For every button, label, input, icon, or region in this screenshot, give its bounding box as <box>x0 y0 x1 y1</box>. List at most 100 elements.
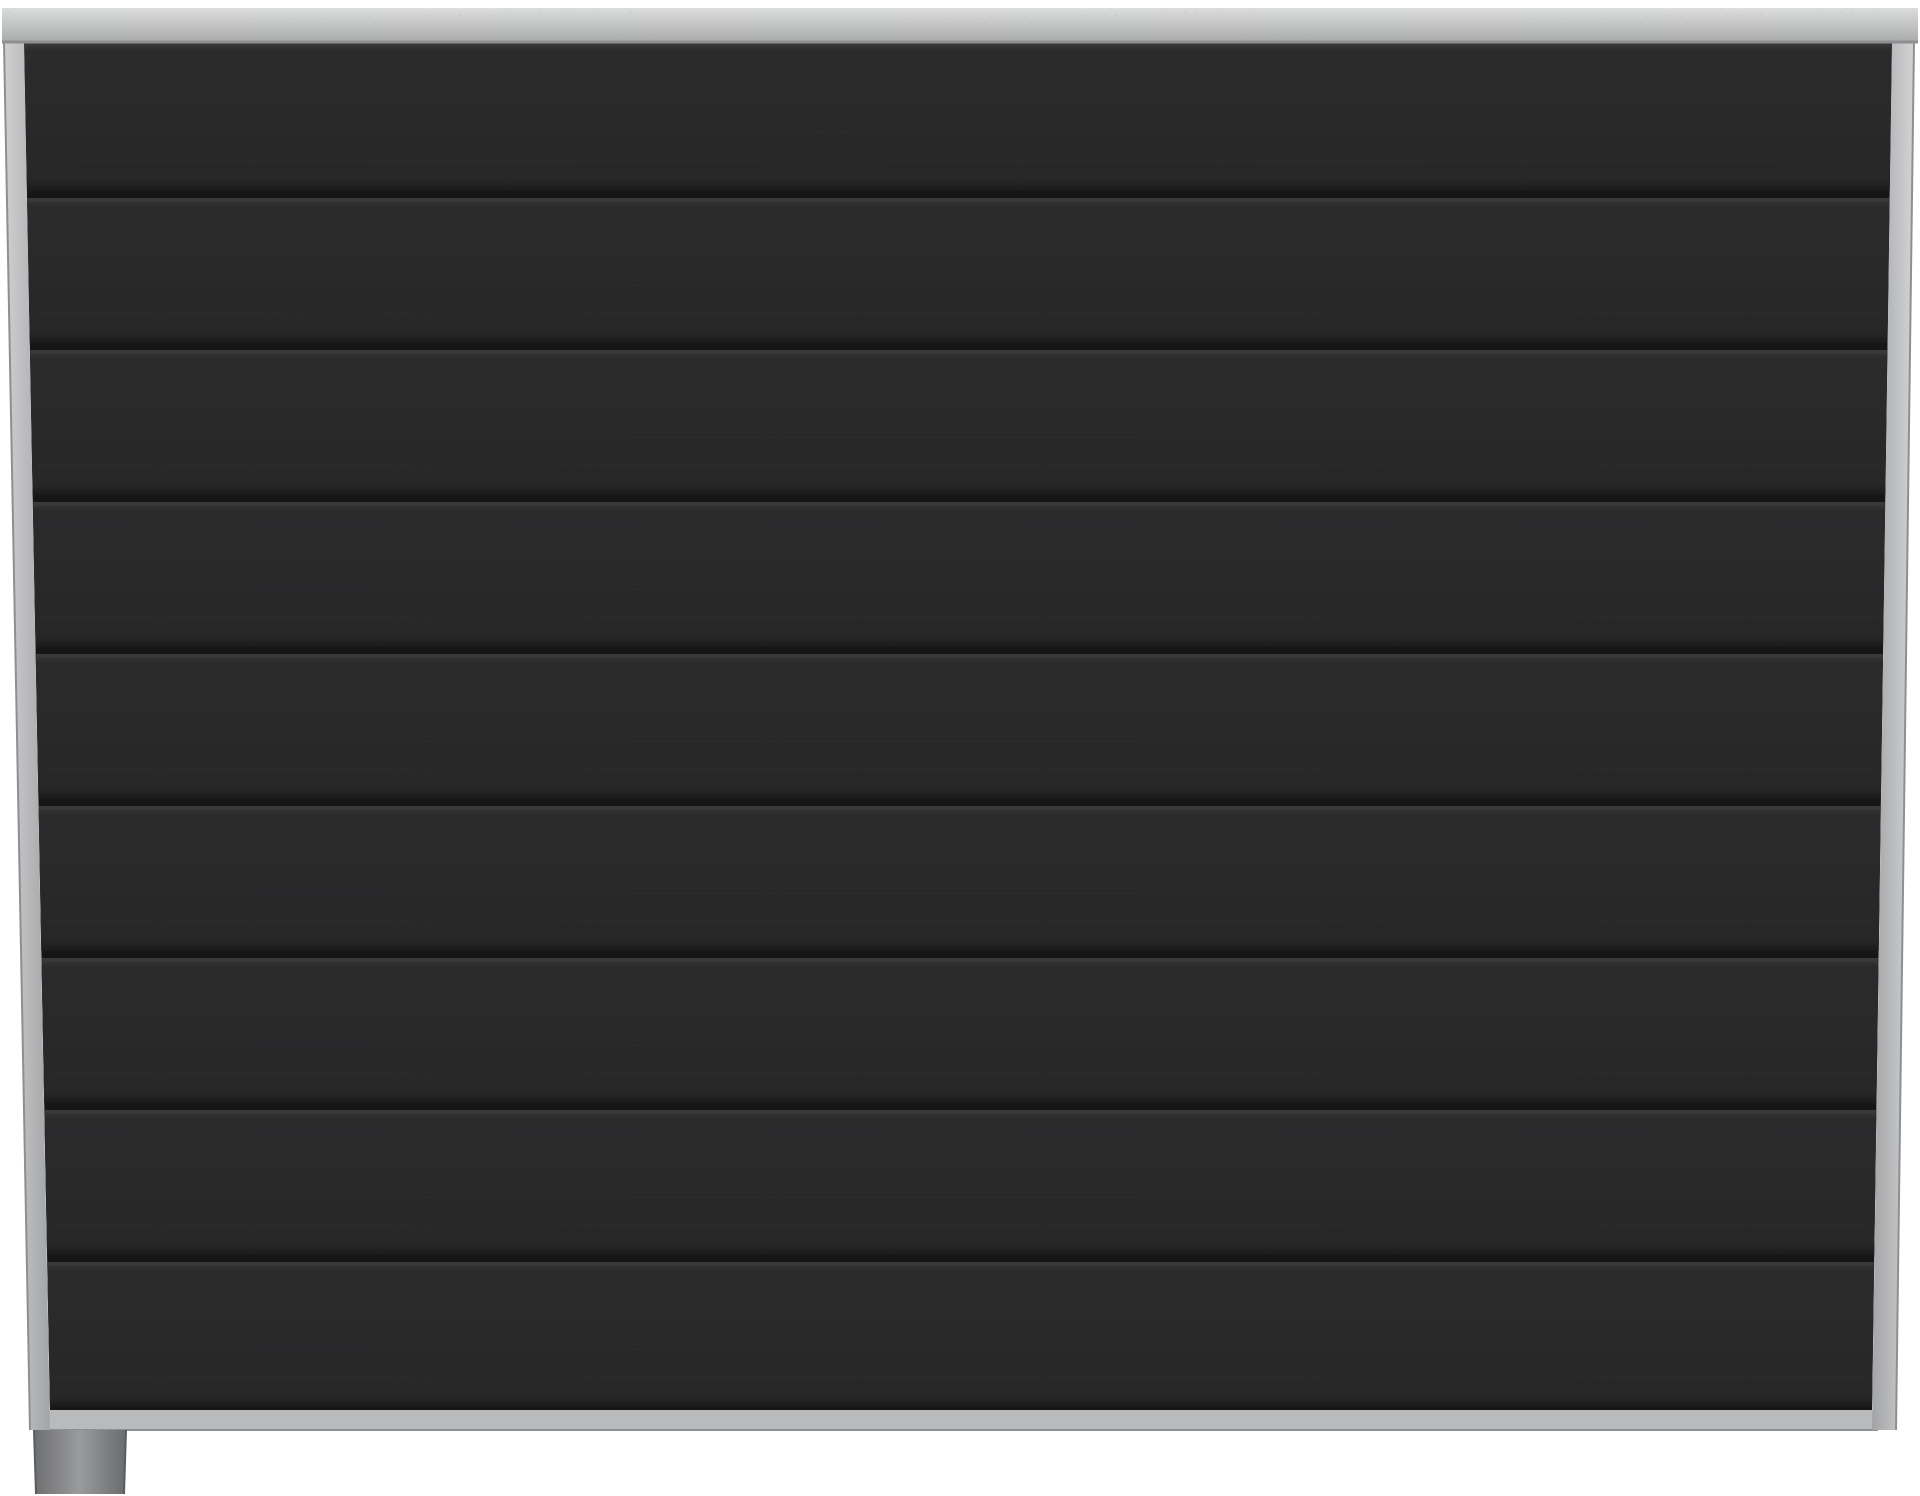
cap-texture <box>1646 16 1648 17</box>
cap-texture <box>710 36 712 37</box>
cap-texture <box>402 16 404 17</box>
cap-texture <box>1777 27 1779 28</box>
cap-texture <box>225 33 227 34</box>
cap-texture <box>20 36 22 37</box>
cap-texture <box>1629 29 1631 30</box>
cap-texture <box>1435 33 1437 34</box>
cap-texture <box>602 24 604 25</box>
cap-texture <box>157 33 159 34</box>
cap-texture <box>961 31 963 32</box>
cap-texture <box>1880 24 1882 25</box>
cap-texture <box>1121 27 1123 28</box>
cap-texture <box>630 12 632 13</box>
cap-texture <box>191 33 193 34</box>
fence-board <box>32 502 1886 647</box>
bottom-rail <box>44 1410 1878 1430</box>
cap-texture <box>1526 32 1528 33</box>
cap-texture <box>8 12 10 13</box>
cap-texture <box>1007 29 1009 30</box>
fence-board <box>47 1262 1875 1407</box>
cap-texture <box>522 26 524 27</box>
cap-texture <box>1104 14 1106 15</box>
cap-texture <box>864 20 866 21</box>
cap-texture <box>784 22 786 23</box>
cap-texture <box>351 29 353 30</box>
cap-texture <box>14 24 16 25</box>
cap-texture <box>596 12 598 13</box>
fence-board <box>38 806 1881 951</box>
cap-texture <box>1138 14 1140 15</box>
cap-texture <box>242 20 244 21</box>
cap-texture <box>1543 19 1545 20</box>
cap-texture <box>1349 23 1351 24</box>
cap-texture <box>1794 14 1796 15</box>
cap-texture <box>505 13 507 14</box>
cap-texture <box>1503 33 1505 34</box>
cap-texture <box>299 19 301 20</box>
cap-texture <box>493 15 495 16</box>
cap-texture <box>1366 36 1368 37</box>
cap-texture <box>1338 22 1340 23</box>
cap-texture <box>613 25 615 26</box>
cap-texture <box>174 20 176 21</box>
fence-board <box>41 958 1879 1103</box>
cap-texture <box>1469 33 1471 34</box>
cap-texture <box>1235 25 1237 26</box>
cap-texture <box>1743 27 1745 28</box>
cap-texture <box>385 29 387 30</box>
cap-texture <box>419 29 421 30</box>
cap-texture <box>1857 25 1859 26</box>
cap-texture <box>853 19 855 20</box>
cap-texture <box>1178 26 1180 27</box>
cap-texture <box>1212 26 1214 27</box>
cap-texture <box>824 34 826 35</box>
cap-texture <box>1395 21 1397 22</box>
cap-texture <box>1252 12 1254 13</box>
cap-texture <box>1047 15 1049 16</box>
cap-texture <box>88 36 90 37</box>
cap-texture <box>1218 12 1220 13</box>
cap-texture <box>1663 29 1665 30</box>
cap-texture <box>202 34 204 35</box>
cap-texture <box>1241 37 1243 38</box>
cap-texture <box>151 21 153 22</box>
cap-texture <box>311 17 313 18</box>
cap-texture <box>1817 13 1819 14</box>
cap-texture <box>208 20 210 21</box>
cap-texture <box>1172 14 1174 15</box>
fence-board <box>26 198 1890 343</box>
cap-texture <box>128 22 130 23</box>
cap-texture <box>1726 14 1728 15</box>
cap-texture <box>1760 14 1762 15</box>
cap-texture <box>830 20 832 21</box>
cap-texture <box>1018 30 1020 31</box>
cap-texture <box>328 30 330 31</box>
cap-texture <box>1275 37 1277 38</box>
cap-texture <box>94 22 96 23</box>
cap-texture <box>1064 28 1066 29</box>
cap-texture <box>699 35 701 36</box>
cap-texture <box>1058 16 1060 17</box>
cap-texture <box>1754 28 1756 29</box>
cap-texture <box>636 24 638 25</box>
cap-texture <box>1195 13 1197 14</box>
cap-texture <box>533 27 535 28</box>
cap-texture <box>756 34 758 35</box>
cap-texture <box>1372 22 1374 23</box>
cap-texture <box>1315 23 1317 24</box>
cap-texture <box>339 31 341 32</box>
cap-texture <box>1355 35 1357 36</box>
cap-texture <box>1041 29 1043 30</box>
cap-texture <box>1532 18 1534 19</box>
cap-texture <box>1258 24 1260 25</box>
cap-texture <box>1657 17 1659 18</box>
cap-texture <box>687 37 689 38</box>
fence-board <box>29 350 1888 495</box>
cap-texture <box>1697 29 1699 30</box>
cap-texture <box>482 14 484 15</box>
cap-texture <box>1446 34 1448 35</box>
fence-board <box>44 1110 1877 1255</box>
cap-texture <box>1686 28 1688 29</box>
cap-texture <box>950 30 952 31</box>
cap-texture <box>881 33 883 34</box>
